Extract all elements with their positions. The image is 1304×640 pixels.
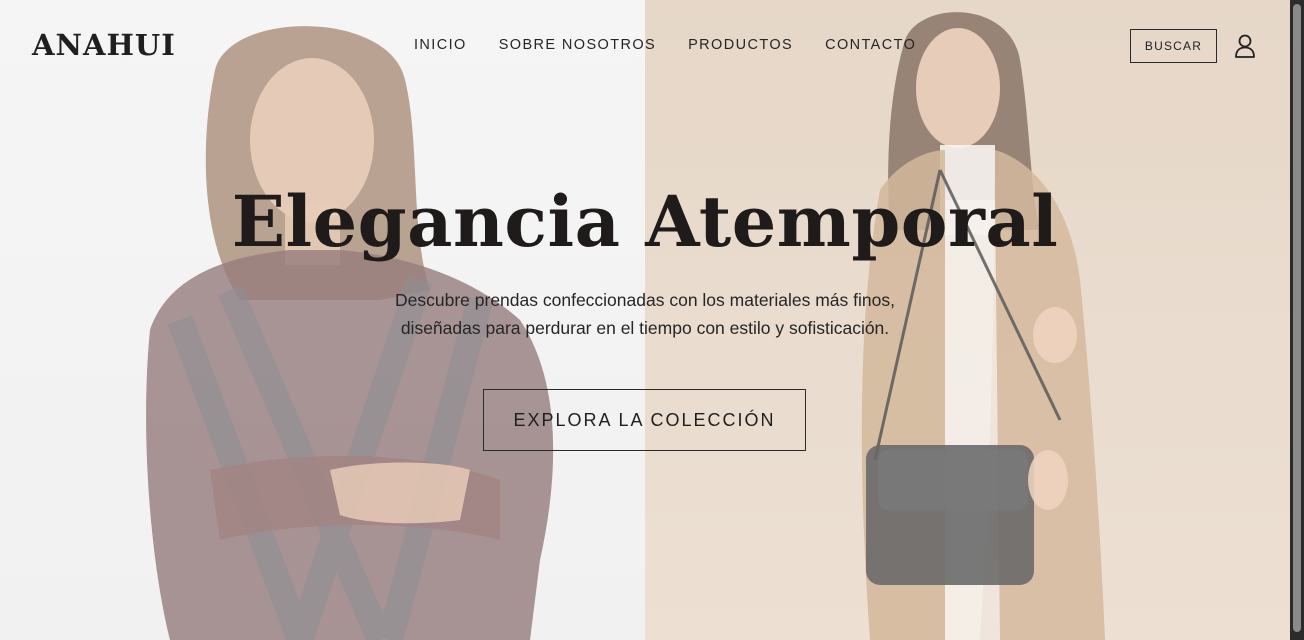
nav-item-sobre-nosotros[interactable]: SOBRE NOSOTROS	[499, 37, 656, 53]
hero-title: Elegancia Atemporal	[231, 180, 1059, 263]
nav-item-contacto[interactable]: CONTACTO	[825, 37, 916, 53]
brand-logo[interactable]: ANAHUI	[32, 28, 176, 62]
user-icon[interactable]	[1234, 34, 1256, 58]
nav-item-inicio[interactable]: INICIO	[414, 37, 467, 53]
page-viewport: ANAHUI INICIO SOBRE NOSOTROS PRODUCTOS C…	[0, 0, 1290, 640]
search-button[interactable]: BUSCAR	[1130, 29, 1217, 63]
page-scrollbar[interactable]	[1290, 0, 1304, 640]
hero-subtitle: Descubre prendas confeccionadas con los …	[0, 286, 1290, 342]
hero-subtitle-line-2: diseñadas para perdurar en el tiempo con…	[400, 318, 890, 338]
explore-collection-button[interactable]: EXPLORA LA COLECCIÓN	[483, 389, 806, 451]
site-header: ANAHUI INICIO SOBRE NOSOTROS PRODUCTOS C…	[0, 0, 1290, 92]
hero-subtitle-line-1: Descubre prendas confeccionadas con los …	[395, 290, 895, 310]
main-nav: INICIO SOBRE NOSOTROS PRODUCTOS CONTACTO	[414, 37, 916, 53]
nav-item-productos[interactable]: PRODUCTOS	[688, 37, 793, 53]
scrollbar-thumb[interactable]	[1293, 4, 1301, 632]
